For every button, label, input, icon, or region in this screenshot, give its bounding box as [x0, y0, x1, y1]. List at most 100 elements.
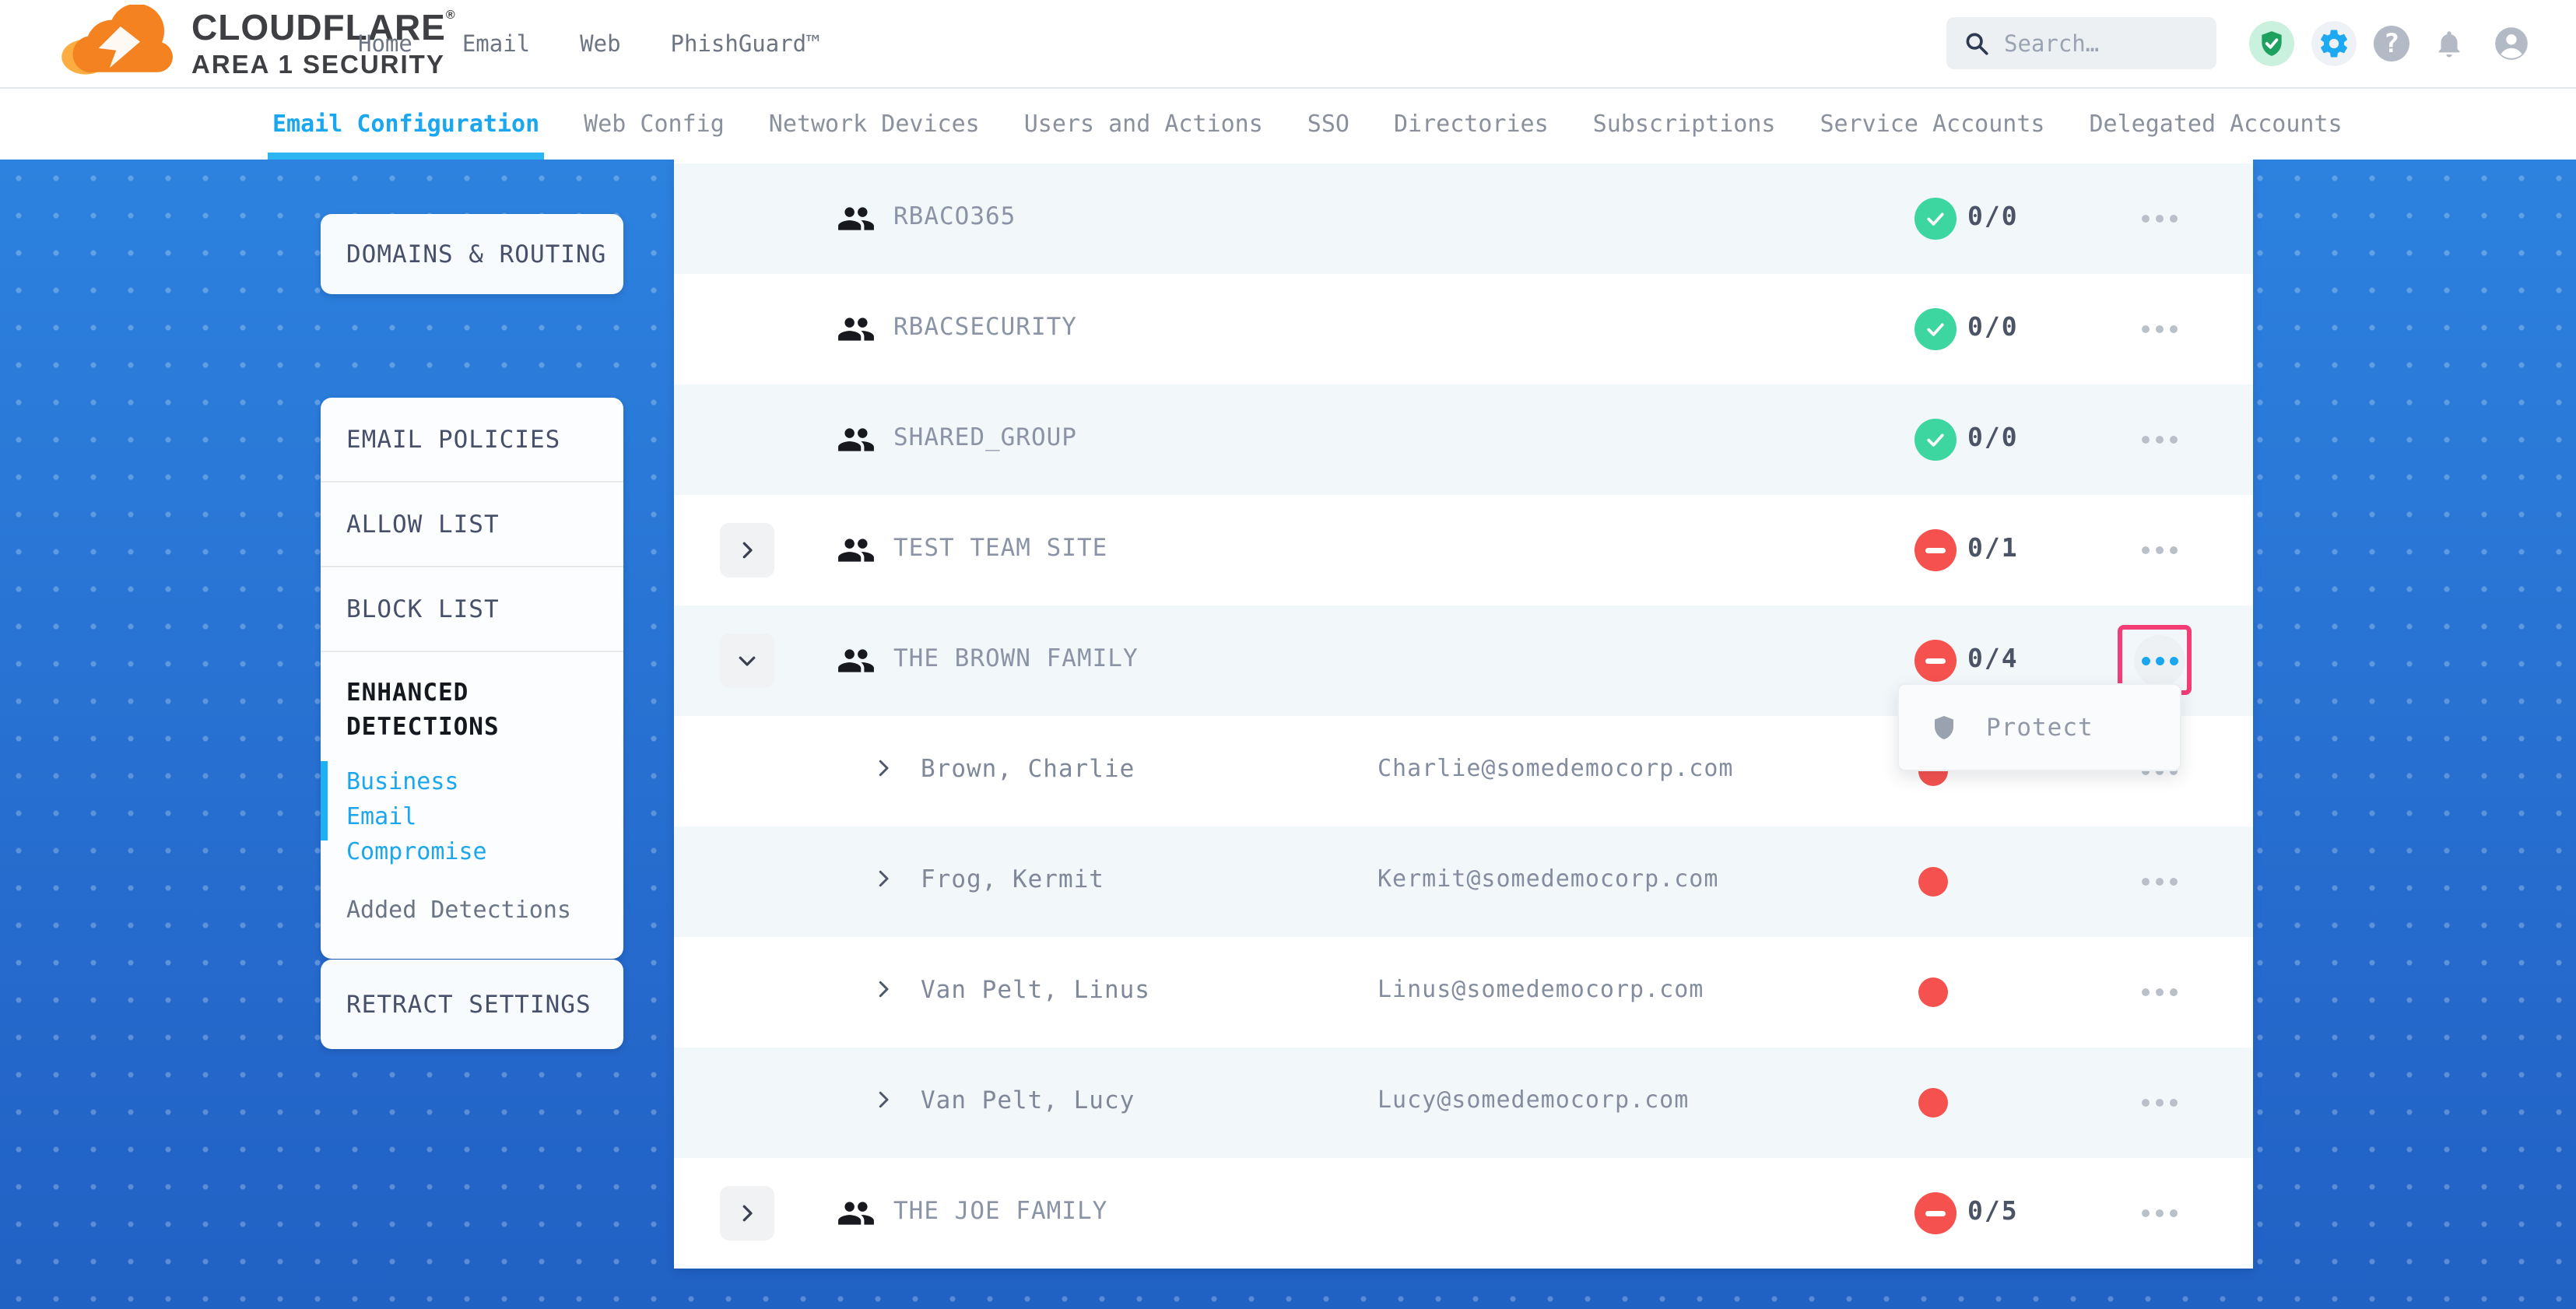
- check-icon: [1924, 428, 1947, 451]
- table-row-member[interactable]: Van Pelt, Lucy Lucy@somedemocorp.com: [674, 1048, 2253, 1158]
- settings-gear-icon[interactable]: [2311, 21, 2357, 66]
- table-row-group[interactable]: TEST TEAM SITE 0/1 Protect: [674, 495, 2253, 605]
- sidebar-section-enhanced-detections: ENHANCED DETECTIONS Business Email Compr…: [321, 652, 623, 959]
- secondary-nav-tabbar: Email Configuration Web Config Network D…: [0, 89, 2576, 160]
- sidebar-item-retract-settings[interactable]: RETRACT SETTINGS: [321, 960, 623, 1049]
- group-count: 0/5: [1967, 1195, 2019, 1226]
- tab-label: Service Accounts: [1820, 111, 2044, 138]
- shield-icon: [1930, 714, 1958, 742]
- row-menu-button[interactable]: [2129, 525, 2191, 576]
- sidebar-item-added-detections[interactable]: Added Detections: [346, 893, 602, 928]
- check-icon: [1924, 207, 1947, 230]
- search-input[interactable]: [2002, 30, 2192, 58]
- group-people-icon: [837, 641, 876, 680]
- header-nav-item[interactable]: Email: [462, 30, 530, 57]
- table-row-member[interactable]: Frog, Kermit Kermit@somedemocorp.com: [674, 826, 2253, 937]
- account-avatar-icon[interactable]: [2489, 21, 2534, 66]
- header-nav-item[interactable]: Web: [580, 30, 620, 57]
- tab-subscriptions[interactable]: Subscriptions: [1593, 89, 1776, 160]
- protect-menu-label: Protect: [1986, 714, 2093, 742]
- tab-directories[interactable]: Directories: [1394, 89, 1549, 160]
- tab-web-config[interactable]: Web Config: [584, 89, 725, 160]
- sidebar-item-label: DOMAINS & ROUTING: [346, 240, 606, 268]
- table-row-member[interactable]: Van Pelt, Linus Linus@somedemocorp.com: [674, 937, 2253, 1048]
- group-count: 0/0: [1967, 422, 2019, 452]
- tab-sso[interactable]: SSO: [1307, 89, 1349, 160]
- header-nav-item[interactable]: PhishGuard™: [671, 30, 820, 57]
- table-row-group[interactable]: RBACO365 0/0 Protect: [674, 163, 2253, 274]
- expand-collapse-button[interactable]: [720, 523, 774, 577]
- member-name: Frog, Kermit: [921, 865, 1104, 893]
- row-menu-button[interactable]: [2129, 193, 2191, 244]
- status-badge: [1914, 1192, 1957, 1234]
- status-badge: [1914, 640, 1957, 682]
- member-chevron-icon[interactable]: [872, 1088, 895, 1111]
- group-people-icon: [837, 310, 876, 349]
- group-count: 0/0: [1967, 311, 2019, 342]
- tab-network-devices[interactable]: Network Devices: [769, 89, 980, 160]
- expand-collapse-button[interactable]: [720, 1186, 774, 1241]
- table-row-group[interactable]: SHARED_GROUP 0/0 Protect: [674, 384, 2253, 495]
- member-chevron-icon[interactable]: [872, 756, 895, 780]
- tab-service-accounts[interactable]: Service Accounts: [1820, 89, 2044, 160]
- tab-users-and-actions[interactable]: Users and Actions: [1024, 89, 1263, 160]
- active-item-accent-bar: [321, 761, 328, 840]
- groups-table: RBACO365 0/0 Protect RBACSECURITY 0/0: [674, 160, 2253, 1269]
- sidebar-item-block-list[interactable]: BLOCK LIST: [321, 567, 623, 652]
- sidebar-item-business-email-compromise[interactable]: Business Email Compromise: [346, 764, 541, 869]
- sidebar: DOMAINS & ROUTING EMAIL POLICIES ALLOW L…: [321, 214, 623, 294]
- member-email: Lucy@somedemocorp.com: [1377, 1086, 1689, 1114]
- header-nav: Home Email Web PhishGuard™: [358, 0, 820, 87]
- protect-context-menu[interactable]: Protect: [1897, 683, 2181, 771]
- tab-label: Web Config: [584, 111, 725, 138]
- group-name: RBACSECURITY: [893, 313, 1077, 341]
- row-menu-button[interactable]: [2129, 414, 2191, 465]
- chevron-right-icon: [735, 539, 759, 562]
- row-menu-button[interactable]: [2129, 856, 2191, 907]
- enhanced-detections-title[interactable]: ENHANCED DETECTIONS: [346, 676, 549, 744]
- row-menu-button[interactable]: [2129, 1188, 2191, 1239]
- check-icon: [1924, 318, 1947, 341]
- sidebar-item-domains-routing[interactable]: DOMAINS & ROUTING: [321, 214, 623, 294]
- member-email: Linus@somedemocorp.com: [1377, 976, 1704, 1003]
- sidebar-item-email-policies[interactable]: EMAIL POLICIES: [321, 398, 623, 483]
- tab-label: SSO: [1307, 111, 1349, 138]
- shield-check-icon[interactable]: [2249, 21, 2294, 66]
- header-nav-item[interactable]: Home: [358, 30, 412, 57]
- expand-collapse-button[interactable]: [720, 633, 774, 688]
- row-menu-button[interactable]: [2129, 967, 2191, 1018]
- tab-delegated-accounts[interactable]: Delegated Accounts: [2089, 89, 2342, 160]
- header-icon-group: ?: [2249, 0, 2534, 87]
- help-icon[interactable]: ?: [2374, 26, 2409, 61]
- table-row-group[interactable]: THE JOE FAMILY 0/5 Protect: [674, 1158, 2253, 1269]
- member-email: Charlie@somedemocorp.com: [1377, 755, 1733, 782]
- member-chevron-icon[interactable]: [872, 977, 895, 1001]
- table-row-group[interactable]: RBACSECURITY 0/0 Protect: [674, 274, 2253, 384]
- table-row-group[interactable]: THE BROWN FAMILY 0/4 Protect: [674, 605, 2253, 716]
- row-menu-button[interactable]: [2129, 304, 2191, 355]
- top-header: CLOUDFLARE® AREA 1 SECURITY HomeEmailWeb…: [0, 0, 2576, 89]
- member-chevron-icon[interactable]: [872, 867, 895, 890]
- row-menu-button-highlighted[interactable]: [2134, 635, 2185, 686]
- tab-label: Network Devices: [769, 111, 980, 138]
- cloudflare-logo-icon: [50, 5, 187, 81]
- group-name: THE BROWN FAMILY: [893, 644, 1139, 672]
- sidebar-item-label: Business Email Compromise: [346, 768, 487, 865]
- sidebar-item-label: BLOCK LIST: [346, 595, 500, 623]
- tab-label: Delegated Accounts: [2089, 111, 2342, 138]
- minus-icon: [1925, 1211, 1946, 1216]
- sidebar-item-label: Added Detections: [346, 897, 571, 924]
- sidebar-item-allow-list[interactable]: ALLOW LIST: [321, 483, 623, 567]
- notifications-bell-icon[interactable]: [2427, 21, 2472, 66]
- row-menu-button[interactable]: [2129, 1077, 2191, 1128]
- group-name: SHARED_GROUP: [893, 423, 1077, 451]
- status-badge: [1914, 308, 1957, 350]
- sidebar-policies-card: EMAIL POLICIES ALLOW LIST BLOCK LIST ENH…: [321, 398, 623, 959]
- tab-email-configuration[interactable]: Email Configuration: [272, 89, 539, 160]
- group-people-icon: [837, 199, 876, 238]
- chevron-down-icon: [735, 649, 759, 672]
- member-name: Van Pelt, Linus: [921, 976, 1150, 1004]
- search-box[interactable]: [1946, 17, 2216, 69]
- help-glyph: ?: [2384, 28, 2399, 59]
- group-people-icon: [837, 531, 876, 570]
